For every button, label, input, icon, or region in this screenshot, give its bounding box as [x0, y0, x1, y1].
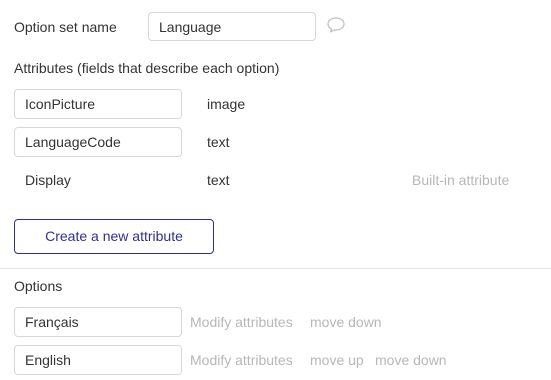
attributes-heading: Attributes (fields that describe each op… [14, 60, 280, 76]
attribute-type: text [207, 134, 230, 150]
attribute-name-field[interactable]: IconPicture [14, 89, 182, 119]
option-set-name-label: Option set name [14, 19, 117, 35]
section-divider [0, 268, 551, 269]
comment-bubble-icon[interactable] [326, 16, 346, 34]
attribute-type: text [207, 172, 230, 188]
attribute-name: Display [25, 172, 71, 188]
create-attribute-button[interactable]: Create a new attribute [14, 219, 214, 254]
option-name-field[interactable]: Français [14, 307, 182, 337]
option-set-name-input[interactable] [148, 12, 316, 41]
move-down-link[interactable]: move down [375, 351, 447, 369]
attribute-name-field[interactable]: LanguageCode [14, 127, 182, 157]
attribute-type: image [207, 96, 246, 112]
move-up-link[interactable]: move up [310, 351, 364, 369]
modify-attributes-link[interactable]: Modify attributes [190, 351, 293, 369]
options-heading: Options [14, 278, 63, 294]
option-name-field[interactable]: English [14, 345, 182, 375]
built-in-attribute-note: Built-in attribute [412, 172, 510, 188]
modify-attributes-link[interactable]: Modify attributes [190, 313, 293, 331]
move-down-link[interactable]: move down [310, 313, 382, 331]
